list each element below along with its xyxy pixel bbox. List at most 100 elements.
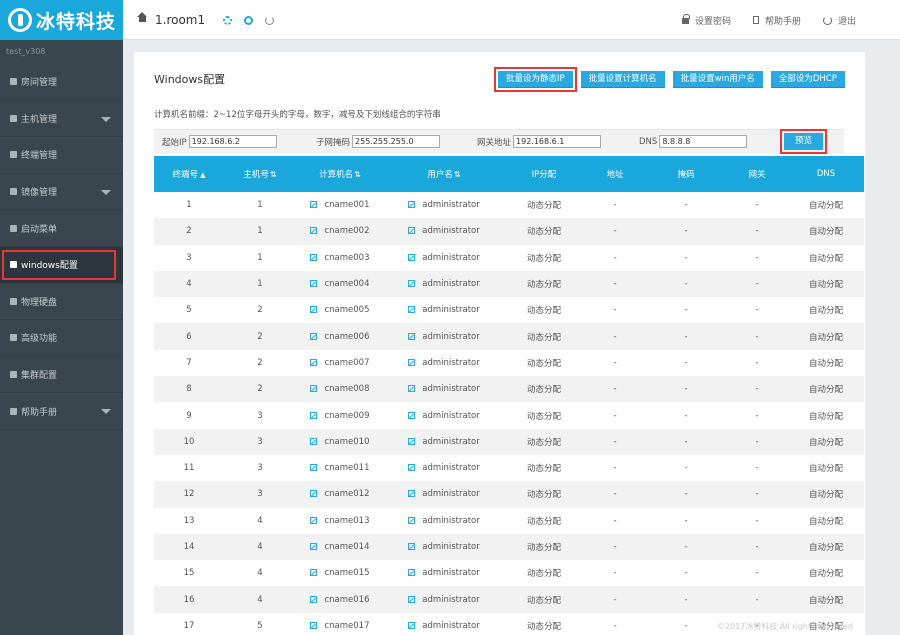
cell-username[interactable]: administrator xyxy=(384,533,504,561)
sidebar-item-rooms[interactable]: 房间管理 xyxy=(0,64,123,101)
table-row[interactable]: 15 4 cname015 administrator 动态分配 - - - 自… xyxy=(154,560,864,586)
sidebar-item-hosts[interactable]: 主机管理 xyxy=(0,101,123,138)
sidebar-item-advanced[interactable]: 高级功能 xyxy=(0,320,123,357)
cell-username[interactable]: administrator xyxy=(384,508,504,534)
sidebar-item-help[interactable]: 帮助手册 xyxy=(0,393,123,430)
cell-computer-name[interactable]: cname011 xyxy=(296,455,384,481)
cell-computer-name[interactable]: cname013 xyxy=(296,508,384,534)
edit-icon[interactable] xyxy=(310,569,318,577)
cell-username[interactable]: administrator xyxy=(384,192,504,218)
cell-username[interactable]: administrator xyxy=(384,428,504,455)
preview-button[interactable]: 预览 xyxy=(779,129,828,154)
help-manual-link[interactable]: 帮助手册 xyxy=(752,14,801,27)
edit-icon[interactable] xyxy=(408,358,416,366)
dns-input[interactable] xyxy=(659,135,748,148)
column-computer-name[interactable]: 计算机名 xyxy=(296,156,384,192)
edit-icon[interactable] xyxy=(310,332,318,340)
edit-icon[interactable] xyxy=(310,621,318,629)
gear-icon[interactable] xyxy=(223,15,233,25)
edit-icon[interactable] xyxy=(310,490,318,498)
edit-icon[interactable] xyxy=(408,516,416,524)
gateway-input[interactable] xyxy=(513,135,602,148)
edit-icon[interactable] xyxy=(310,595,318,603)
cell-username[interactable]: administrator xyxy=(384,323,504,350)
table-row[interactable]: 6 2 cname006 administrator 动态分配 - - - 自动… xyxy=(154,323,864,350)
set-password-link[interactable]: 设置密码 xyxy=(681,14,731,27)
edit-icon[interactable] xyxy=(408,411,416,419)
cell-computer-name[interactable]: cname002 xyxy=(296,218,384,245)
edit-icon[interactable] xyxy=(408,595,416,603)
edit-icon[interactable] xyxy=(310,516,318,524)
cell-username[interactable]: administrator xyxy=(384,613,504,635)
sidebar-item-cluster[interactable]: 集群配置 xyxy=(0,357,123,394)
edit-icon[interactable] xyxy=(408,621,416,629)
table-row[interactable]: 13 4 cname013 administrator 动态分配 - - - 自… xyxy=(154,508,864,534)
home-icon[interactable] xyxy=(137,11,147,25)
cell-username[interactable]: administrator xyxy=(384,297,504,323)
cell-username[interactable]: administrator xyxy=(384,455,504,481)
table-row[interactable]: 1 1 cname001 administrator 动态分配 - - - 自动… xyxy=(154,192,864,218)
edit-icon[interactable] xyxy=(408,543,416,550)
batch-computer-name-button[interactable]: 批量设置计算机名 xyxy=(580,71,665,88)
brand-logo[interactable]: 冰特科技 xyxy=(0,0,123,40)
table-row[interactable]: 4 1 cname004 administrator 动态分配 - - - 自动… xyxy=(154,270,864,298)
edit-icon[interactable] xyxy=(310,253,318,261)
batch-win-username-button[interactable]: 批量设置win用户名 xyxy=(672,71,763,88)
edit-icon[interactable] xyxy=(408,201,416,209)
edit-icon[interactable] xyxy=(408,280,416,288)
cell-computer-name[interactable]: cname017 xyxy=(296,613,384,635)
cell-computer-name[interactable]: cname008 xyxy=(296,376,384,403)
cell-computer-name[interactable]: cname009 xyxy=(296,402,384,428)
cell-computer-name[interactable]: cname003 xyxy=(296,245,384,271)
cell-username[interactable]: administrator xyxy=(384,245,504,271)
cell-username[interactable]: administrator xyxy=(384,376,504,403)
sidebar-item-images[interactable]: 镜像管理 xyxy=(0,174,123,211)
cell-username[interactable]: administrator xyxy=(384,481,504,508)
cell-username[interactable]: administrator xyxy=(384,586,504,613)
start-ip-input[interactable] xyxy=(188,135,277,148)
edit-icon[interactable] xyxy=(408,385,416,393)
table-row[interactable]: 9 3 cname009 administrator 动态分配 - - - 自动… xyxy=(154,402,864,428)
cell-computer-name[interactable]: cname010 xyxy=(296,428,384,455)
table-row[interactable]: 12 3 cname012 administrator 动态分配 - - - 自… xyxy=(154,481,864,508)
cell-computer-name[interactable]: cname005 xyxy=(296,297,384,323)
cell-username[interactable]: administrator xyxy=(384,560,504,586)
edit-icon[interactable] xyxy=(310,411,318,419)
cell-computer-name[interactable]: cname014 xyxy=(296,533,384,561)
table-row[interactable]: 2 1 cname002 administrator 动态分配 - - - 自动… xyxy=(154,218,864,245)
batch-static-ip-button[interactable]: 批量设为静态IP xyxy=(494,67,577,92)
edit-icon[interactable] xyxy=(408,253,416,261)
cell-username[interactable]: administrator xyxy=(384,402,504,428)
edit-icon[interactable] xyxy=(310,201,318,209)
cell-computer-name[interactable]: cname001 xyxy=(296,192,384,218)
column-username[interactable]: 用户名 xyxy=(384,156,504,192)
sidebar-item-boot-menu[interactable]: 启动菜单 xyxy=(0,210,123,247)
subnet-mask-input[interactable] xyxy=(352,135,441,148)
cell-username[interactable]: administrator xyxy=(384,350,504,376)
sidebar-item-physical-disk[interactable]: 物理硬盘 xyxy=(0,284,123,321)
edit-icon[interactable] xyxy=(310,385,318,393)
edit-icon[interactable] xyxy=(310,306,318,314)
cell-computer-name[interactable]: cname006 xyxy=(296,323,384,350)
edit-icon[interactable] xyxy=(310,464,318,472)
cell-computer-name[interactable]: cname016 xyxy=(296,586,384,613)
globe-icon[interactable] xyxy=(244,15,254,25)
table-row[interactable]: 3 1 cname003 administrator 动态分配 - - - 自动… xyxy=(154,245,864,271)
edit-icon[interactable] xyxy=(408,490,416,498)
table-row[interactable]: 10 3 cname010 administrator 动态分配 - - - 自… xyxy=(154,428,864,455)
edit-icon[interactable] xyxy=(408,306,416,314)
edit-icon[interactable] xyxy=(310,437,318,445)
cell-computer-name[interactable]: cname012 xyxy=(296,481,384,508)
cell-computer-name[interactable]: cname007 xyxy=(296,350,384,376)
sidebar-item-terminals[interactable]: 终端管理 xyxy=(0,137,123,174)
sidebar-item-windows-config[interactable]: windows配置 xyxy=(0,246,123,284)
edit-icon[interactable] xyxy=(310,227,318,235)
edit-icon[interactable] xyxy=(408,464,416,472)
column-terminal[interactable]: 终端号 xyxy=(154,156,224,192)
edit-icon[interactable] xyxy=(408,437,416,445)
column-host[interactable]: 主机号 xyxy=(224,156,296,192)
cell-username[interactable]: administrator xyxy=(384,270,504,298)
table-row[interactable]: 11 3 cname011 administrator 动态分配 - - - 自… xyxy=(154,455,864,481)
all-dhcp-button[interactable]: 全部设为DHCP xyxy=(770,71,845,88)
power-icon[interactable] xyxy=(265,15,275,25)
